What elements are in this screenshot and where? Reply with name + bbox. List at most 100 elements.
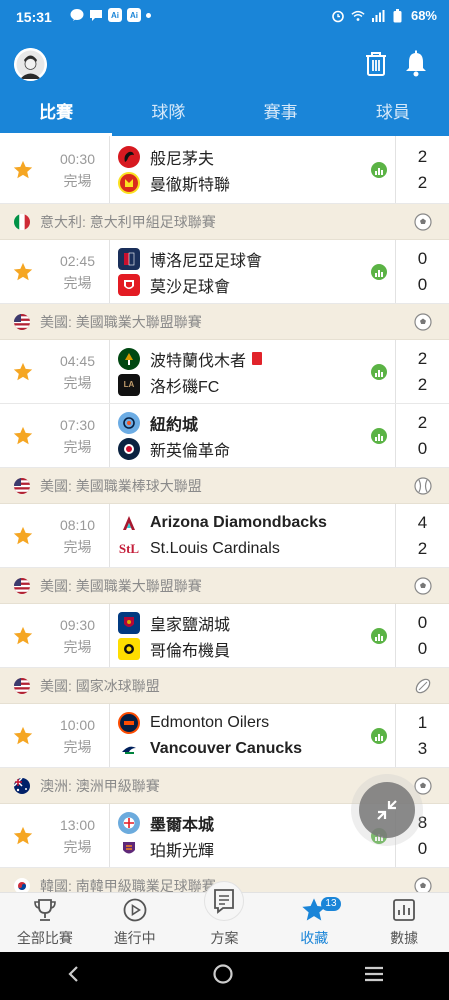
battery-percent: 68%	[410, 8, 437, 23]
bell-icon[interactable]	[403, 50, 429, 78]
favorite-star-icon[interactable]	[0, 136, 46, 203]
home-icon[interactable]	[212, 963, 234, 990]
main-tabs: 比賽 球隊 賽事 球員	[0, 92, 449, 136]
match-list[interactable]: 00:30 完場 般尼茅夫 曼徹斯特聯 2 2 意大利: 意大利甲組足球聯賽 0…	[0, 136, 449, 892]
stats-placeholder	[362, 504, 396, 567]
match-row[interactable]: 02:45 完場 博洛尼亞足球會 莫沙足球會 0 0	[0, 240, 449, 304]
more-notifications-dot	[146, 12, 151, 18]
play-circle-icon	[121, 896, 149, 924]
stats-icon[interactable]	[362, 604, 396, 667]
league-name: 澳洲: 澳洲甲級聯賽	[40, 777, 160, 794]
notification-icons: Ai Ai	[70, 8, 151, 22]
home-score: 1	[417, 712, 428, 732]
favorite-star-icon[interactable]	[0, 240, 46, 303]
tab-players[interactable]: 球員	[337, 92, 449, 136]
stats-icon[interactable]	[362, 136, 396, 203]
away-score: 0	[417, 438, 428, 458]
away-team: 莫沙足球會	[118, 273, 362, 296]
nav-favorites[interactable]: 13 收藏	[269, 893, 359, 952]
avatar[interactable]	[14, 48, 47, 81]
ai-app-icon: Ai	[108, 8, 122, 22]
team-name: Arizona Diamondbacks	[150, 513, 327, 531]
wifi-icon	[351, 9, 365, 23]
battery-icon	[391, 8, 405, 23]
away-score: 2	[417, 538, 428, 558]
league-name: 美國: 美國職業大聯盟聯賽	[40, 577, 202, 594]
match-row[interactable]: 08:10 完場 Arizona Diamondbacks StL St.Lou…	[0, 504, 449, 568]
cardinals-logo-icon: StL	[118, 537, 140, 560]
bottom-nav: 全部比賽 進行中 方案 13 收藏 數據	[0, 881, 449, 952]
team-name: 皇家鹽湖城	[150, 616, 231, 634]
match-row[interactable]: 09:30 完場 皇家鹽湖城 哥倫布機員 0 0	[0, 604, 449, 668]
league-header[interactable]: 美國: 美國職業大聯盟聯賽	[0, 568, 449, 604]
away-score: 0	[417, 838, 428, 858]
league-header[interactable]: 意大利: 意大利甲組足球聯賽	[0, 204, 449, 240]
home-team: Edmonton Oilers	[118, 711, 362, 734]
home-team: 般尼茅夫	[118, 145, 362, 168]
match-status: 完場	[63, 172, 92, 189]
league-name: 美國: 美國職業棒球大聯盟	[40, 477, 202, 494]
league-header[interactable]: 美國: 國家冰球聯盟	[0, 668, 449, 704]
team-name: 墨爾本城	[150, 816, 215, 834]
soccer-ball-icon	[414, 577, 432, 595]
match-row[interactable]: 00:30 完場 般尼茅夫 曼徹斯特聯 2 2	[0, 136, 449, 204]
favorite-star-icon[interactable]	[0, 340, 46, 403]
match-row[interactable]: 07:30 完場 紐約城 新英倫革命 2 0	[0, 404, 449, 468]
italy-flag-icon	[14, 213, 30, 230]
tab-competitions[interactable]: 賽事	[225, 92, 337, 136]
stats-icon[interactable]	[362, 240, 396, 303]
home-score: 4	[417, 512, 428, 532]
stats-icon[interactable]	[362, 404, 396, 467]
nav-plans[interactable]: 方案	[180, 881, 270, 952]
soccer-ball-icon	[414, 313, 432, 331]
match-status: 完場	[63, 438, 92, 455]
team-name: 珀斯光輝	[150, 842, 215, 860]
team-name: 般尼茅夫	[150, 150, 215, 168]
new-england-logo-icon	[118, 437, 140, 460]
home-score: 2	[417, 412, 428, 432]
signal-icon	[371, 9, 385, 23]
league-header[interactable]: 美國: 美國職業大聯盟聯賽	[0, 304, 449, 340]
stats-icon[interactable]	[362, 704, 396, 767]
real-salt-lake-logo-icon	[118, 611, 140, 634]
away-score: 0	[417, 274, 428, 294]
nav-label: 方案	[210, 930, 239, 946]
recent-apps-icon[interactable]	[363, 964, 385, 989]
match-status: 完場	[63, 638, 92, 655]
team-name: Edmonton Oilers	[150, 713, 270, 731]
stats-icon[interactable]	[362, 340, 396, 403]
away-score: 0	[417, 638, 428, 658]
match-row[interactable]: 04:45 完場 波特蘭伐木者 LA 洛杉磯FC 2 2	[0, 340, 449, 404]
tab-matches[interactable]: 比賽	[0, 92, 113, 136]
melbourne-city-logo-icon	[118, 811, 140, 834]
favorite-star-icon[interactable]	[0, 404, 46, 467]
nav-label: 全部比賽	[16, 930, 73, 946]
nav-live[interactable]: 進行中	[90, 893, 180, 952]
favorite-star-icon[interactable]	[0, 804, 46, 867]
league-header[interactable]: 美國: 美國職業棒球大聯盟	[0, 468, 449, 504]
status-time: 15:31	[16, 9, 52, 25]
nav-all-matches[interactable]: 全部比賽	[0, 893, 90, 952]
match-row[interactable]: 10:00 完場 Edmonton Oilers Vancouver Canuc…	[0, 704, 449, 768]
tab-teams[interactable]: 球隊	[112, 92, 224, 136]
match-time: 04:45	[59, 352, 96, 369]
favorite-star-icon[interactable]	[0, 504, 46, 567]
favorite-star-icon[interactable]	[0, 704, 46, 767]
match-time: 13:00	[59, 816, 96, 833]
back-icon[interactable]	[64, 964, 84, 989]
australia-flag-icon	[14, 777, 30, 794]
match-status: 完場	[63, 374, 92, 391]
oilers-logo-icon	[118, 711, 140, 734]
match-time: 02:45	[59, 252, 96, 269]
home-team: 博洛尼亞足球會	[118, 247, 362, 270]
team-name: 哥倫布機員	[150, 642, 231, 660]
team-name: St.Louis Cardinals	[150, 539, 280, 557]
trash-icon[interactable]	[363, 50, 389, 78]
lafc-logo-icon: LA	[118, 373, 140, 396]
team-name: 莫沙足球會	[150, 278, 231, 296]
diamondbacks-logo-icon	[118, 511, 140, 534]
collapse-fab-button[interactable]	[359, 782, 415, 838]
favorite-star-icon[interactable]	[0, 604, 46, 667]
ai-app-icon: Ai	[127, 8, 141, 22]
nav-data[interactable]: 數據	[359, 893, 449, 952]
